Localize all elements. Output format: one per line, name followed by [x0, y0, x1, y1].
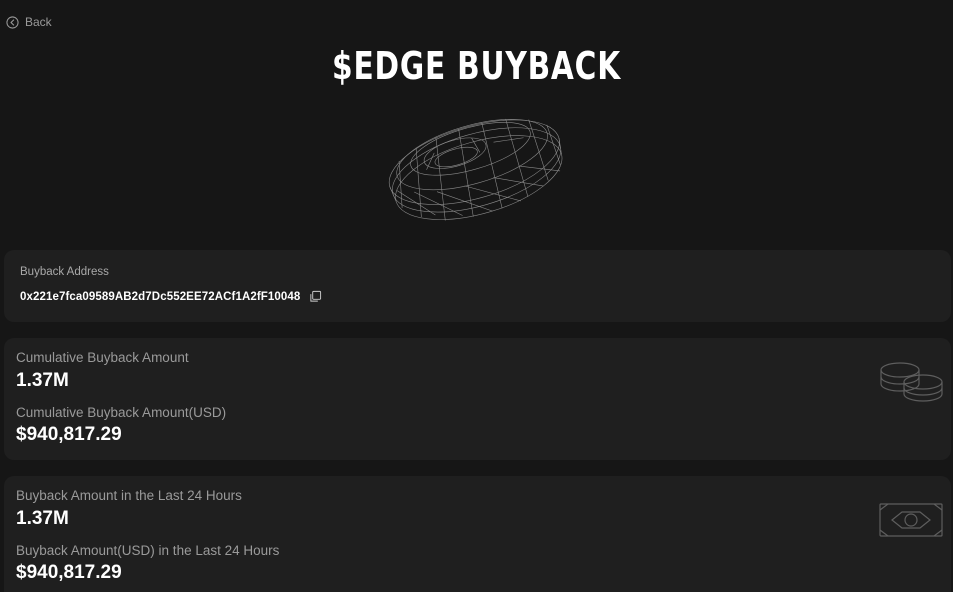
cumulative-amount-label: Cumulative Buyback Amount — [16, 350, 189, 365]
coins-icon — [880, 362, 943, 402]
banknote-icon — [879, 503, 943, 537]
last24h-amount-value: 1.37M — [16, 508, 69, 529]
address-label: Buyback Address — [20, 266, 109, 278]
page: Back $EDGE BUYBACK Buyback Address 0x221… — [0, 0, 953, 592]
last24h-usd-label: Buyback Amount(USD) in the Last 24 Hours — [16, 543, 280, 558]
last24h-usd-value: $940,817.29 — [16, 562, 122, 583]
buyback-address-card: Buyback Address 0x221e7fca09589AB2d7Dc55… — [4, 250, 951, 322]
back-label: Back — [25, 15, 52, 29]
copy-icon[interactable] — [309, 290, 322, 303]
last24h-amount-label: Buyback Amount in the Last 24 Hours — [16, 488, 242, 503]
cumulative-amount-value: 1.37M — [16, 370, 69, 391]
back-arrow-icon — [6, 15, 19, 29]
cumulative-usd-label: Cumulative Buyback Amount(USD) — [16, 405, 227, 420]
buyback-address-value: 0x221e7fca09589AB2d7Dc552EE72ACf1A2fF100… — [20, 290, 301, 303]
address-row: 0x221e7fca09589AB2d7Dc552EE72ACf1A2fF100… — [20, 290, 322, 303]
page-title: $EDGE BUYBACK — [332, 44, 621, 88]
wireframe-token-illustration — [388, 118, 563, 221]
cumulative-buyback-card: Cumulative Buyback Amount 1.37M Cumulati… — [4, 338, 951, 460]
back-button[interactable]: Back — [6, 15, 52, 29]
cumulative-usd-value: $940,817.29 — [16, 424, 122, 445]
last-24h-buyback-card: Buyback Amount in the Last 24 Hours 1.37… — [4, 476, 951, 592]
